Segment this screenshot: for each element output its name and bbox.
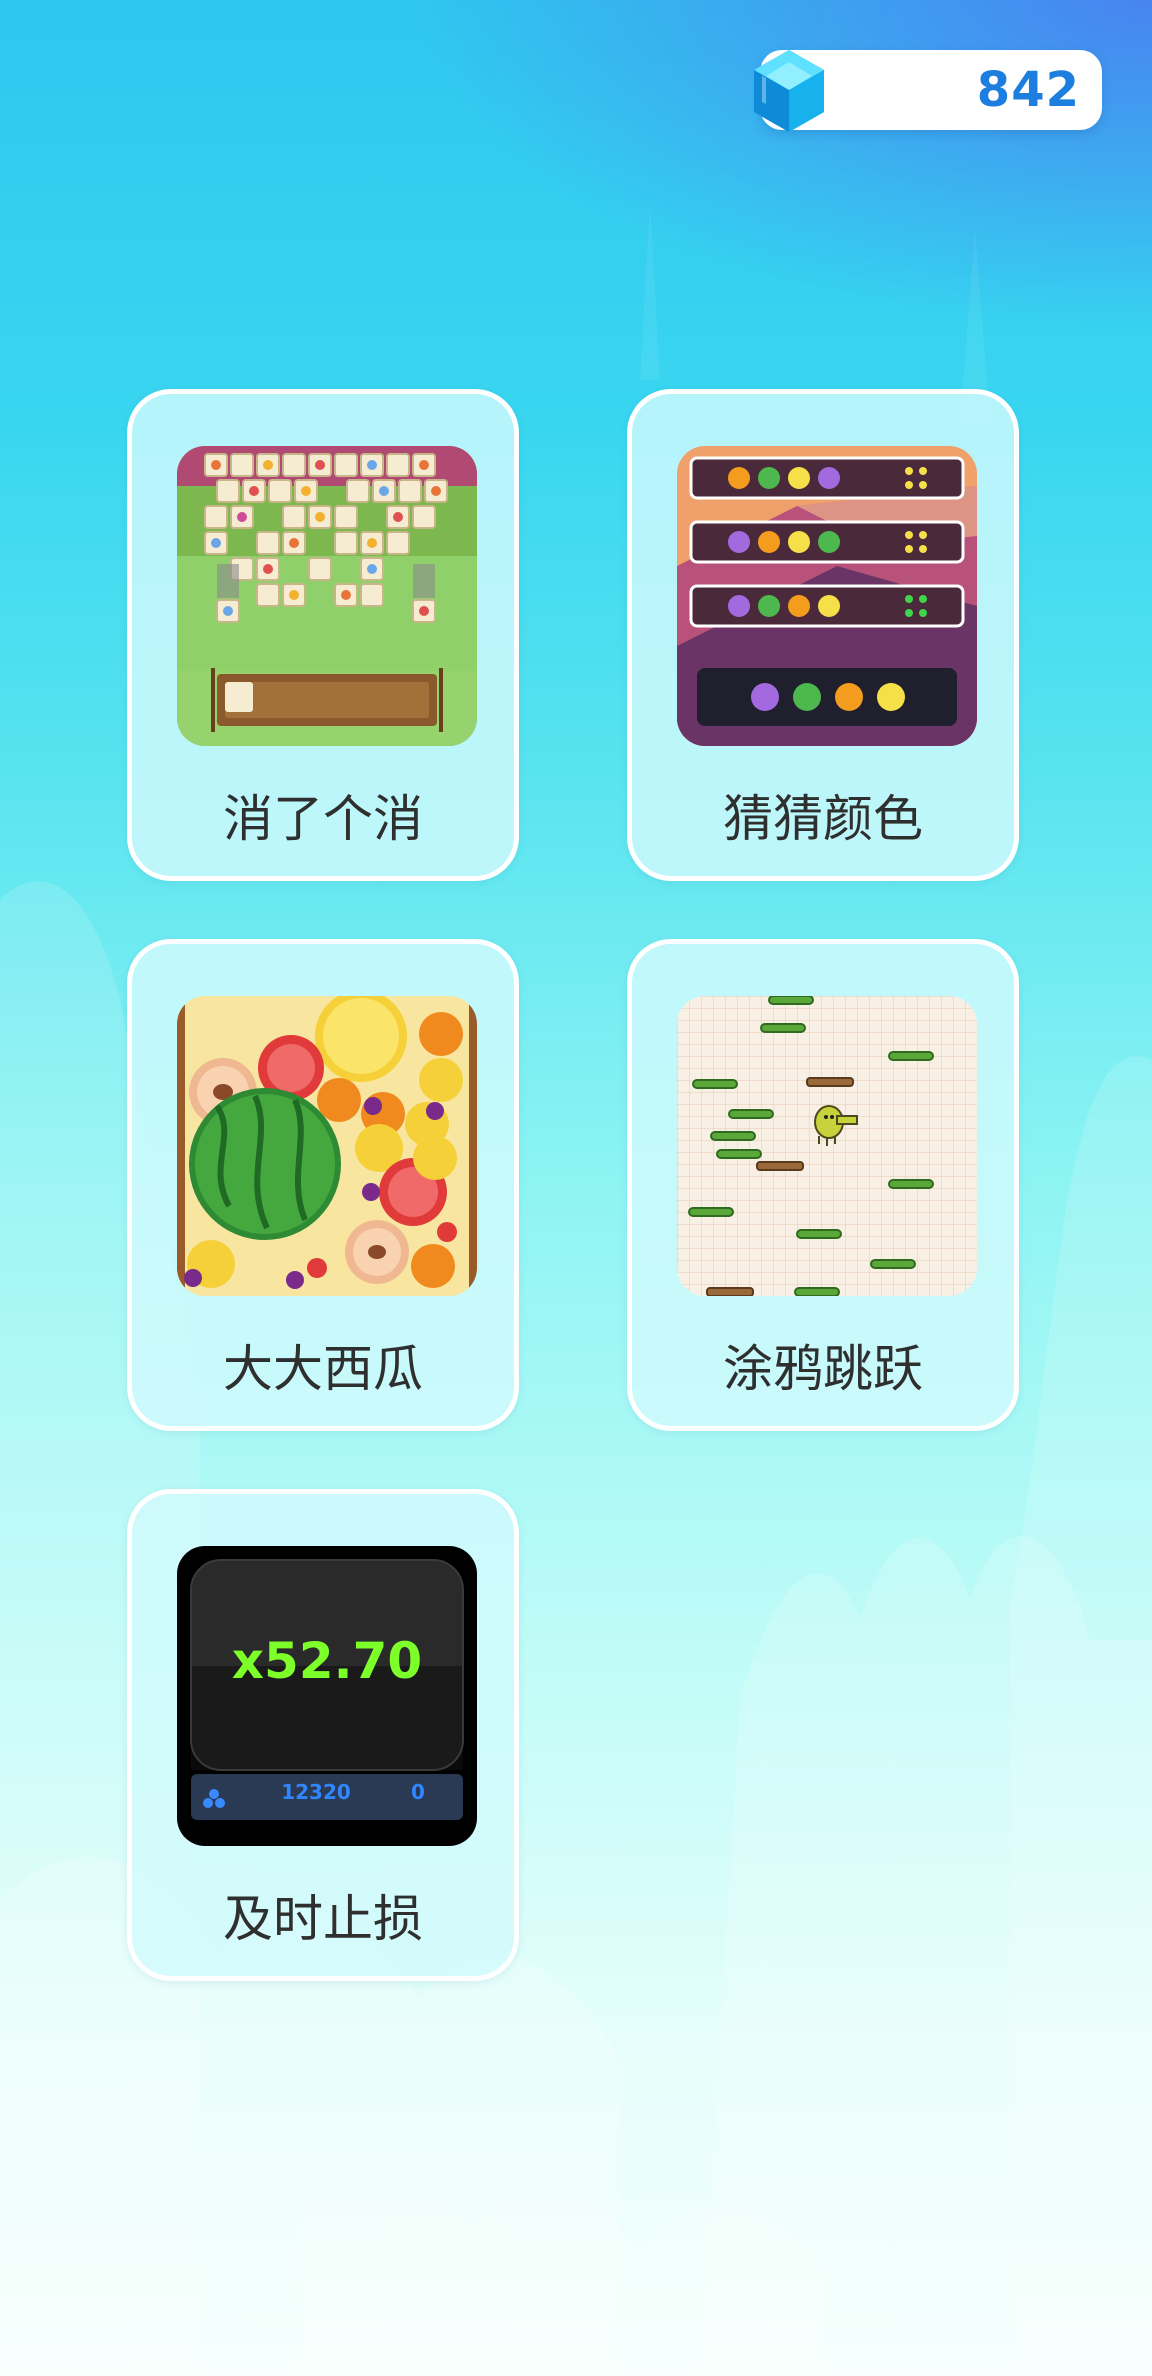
doodle-jump-thumbnail [677, 996, 977, 1296]
game-title: 大大西瓜 [223, 1340, 423, 1398]
tile-match-thumbnail [177, 446, 477, 746]
color-guess-thumbnail [677, 446, 977, 746]
count-value: 0 [411, 1780, 425, 1804]
game-card-tile-match[interactable]: 消了个消 [127, 389, 519, 881]
game-title: 猜猜颜色 [723, 790, 923, 848]
game-title: 消了个消 [223, 790, 423, 848]
game-card-watermelon[interactable]: 大大西瓜 [127, 939, 519, 1431]
crash-multiplier-thumbnail: x52.70 12320 0 [177, 1546, 477, 1846]
balance-value: 12320 [281, 1780, 351, 1804]
blue-gem-icon [754, 50, 824, 132]
multiplier-value: x52.70 [231, 1632, 423, 1690]
game-card-color-guess[interactable]: 猜猜颜色 [627, 389, 1019, 881]
watermelon-merge-thumbnail [177, 996, 477, 1296]
game-title: 及时止损 [223, 1890, 423, 1948]
game-title: 涂鸦跳跃 [723, 1340, 923, 1398]
game-card-crash[interactable]: x52.70 12320 0 及时止损 [127, 1489, 519, 1981]
currency-value: 842 [976, 62, 1080, 118]
game-card-doodle-jump[interactable]: 涂鸦跳跃 [627, 939, 1019, 1431]
